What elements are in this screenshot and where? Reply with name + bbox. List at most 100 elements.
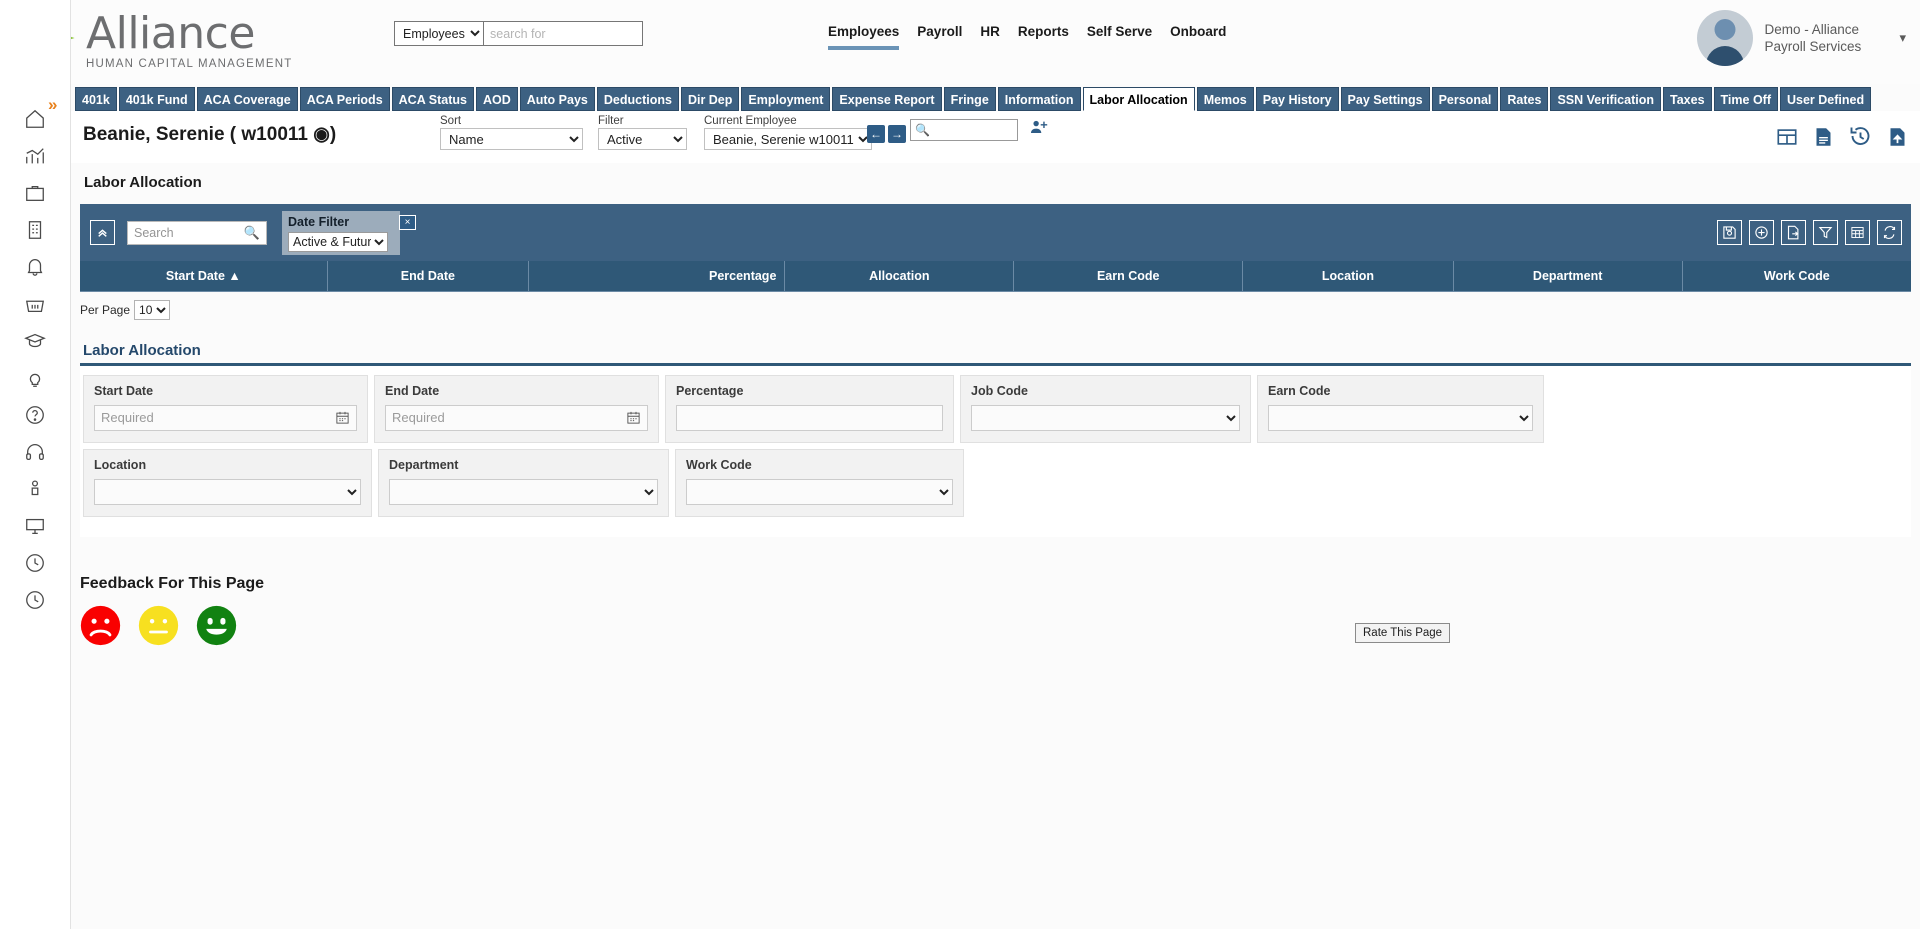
percentage-input[interactable] <box>676 404 943 431</box>
nav-payroll[interactable]: Payroll <box>917 24 962 50</box>
filter-button[interactable] <box>1813 220 1838 245</box>
nav-onboard[interactable]: Onboard <box>1170 24 1226 50</box>
sidebar-expand-icon[interactable]: » <box>48 96 57 113</box>
sidebar-item-company[interactable] <box>13 211 57 248</box>
tab-aca-status[interactable]: ACA Status <box>391 87 474 111</box>
date-filter-close-icon[interactable]: × <box>399 214 416 230</box>
tab-personal[interactable]: Personal <box>1431 87 1499 111</box>
sidebar-item-support[interactable] <box>13 433 57 470</box>
nav-self-serve[interactable]: Self Serve <box>1087 24 1152 50</box>
work-code-select[interactable] <box>686 478 953 505</box>
column-earn-code[interactable]: Earn Code <box>1013 261 1244 292</box>
column-start-date[interactable]: Start Date ▲ <box>80 261 328 292</box>
grid-search-box[interactable]: Search 🔍 <box>127 220 267 245</box>
start-date-input[interactable] <box>94 404 357 431</box>
end-date-input[interactable] <box>385 404 648 431</box>
clock-icon <box>26 553 44 572</box>
sidebar-item-marketplace[interactable] <box>13 285 57 322</box>
tab-user-defined[interactable]: User Defined <box>1780 87 1872 111</box>
sidebar-item-briefcase[interactable] <box>13 174 57 211</box>
tab-deductions[interactable]: Deductions <box>596 87 679 111</box>
column-percentage[interactable]: Percentage <box>528 261 786 292</box>
tab-pay-history[interactable]: Pay History <box>1255 87 1339 111</box>
upload-file-icon[interactable] <box>1887 125 1908 149</box>
happy-face-button[interactable] <box>196 605 237 646</box>
sort-select[interactable]: Name <box>440 128 583 150</box>
per-page-select[interactable]: 10 <box>134 299 171 320</box>
sidebar-item-employee[interactable] <box>13 470 57 507</box>
chevron-down-icon[interactable]: ▾ <box>1899 30 1906 46</box>
filter-select[interactable]: Active <box>598 128 687 150</box>
calendar-icon[interactable] <box>335 410 350 425</box>
column-end-date[interactable]: End Date <box>327 261 530 292</box>
nav-employees[interactable]: Employees <box>828 24 900 50</box>
neutral-face-button[interactable] <box>138 605 179 646</box>
current-employee-select[interactable]: Beanie, Serenie w10011 <box>704 128 872 150</box>
global-search-scope-select[interactable]: Employees <box>394 21 483 46</box>
tab-401k-fund[interactable]: 401k Fund <box>118 87 195 111</box>
tab-employment[interactable]: Employment <box>741 87 831 111</box>
save-button[interactable] <box>1717 220 1742 245</box>
next-employee-button[interactable]: → <box>888 125 906 143</box>
tab-memos[interactable]: Memos <box>1196 87 1254 111</box>
department-select[interactable] <box>389 478 658 505</box>
filter-label: Filter <box>598 115 624 127</box>
job-code-select[interactable] <box>971 404 1240 431</box>
global-search-input[interactable] <box>483 21 643 46</box>
document-icon[interactable] <box>1813 125 1834 149</box>
nav-reports[interactable]: Reports <box>1018 24 1069 50</box>
sad-face-button[interactable] <box>80 605 121 646</box>
export-button[interactable] <box>1781 220 1806 245</box>
previous-employee-button[interactable]: ← <box>867 125 885 143</box>
lightbulb-icon <box>29 373 41 387</box>
add-employee-button[interactable] <box>1028 118 1049 142</box>
sidebar-item-notifications[interactable] <box>13 248 57 285</box>
employee-search-box[interactable]: 🔍 <box>910 119 1018 141</box>
tab-fringe[interactable]: Fringe <box>943 87 996 111</box>
main-navigation: Employees Payroll HR Reports Self Serve … <box>828 24 1226 50</box>
sidebar-item-history[interactable] <box>13 581 57 618</box>
location-select[interactable] <box>94 478 361 505</box>
feedback-section: Feedback For This Page Rate This Page <box>80 575 1920 695</box>
sidebar-item-desktop[interactable] <box>13 507 57 544</box>
tab-dir-dep[interactable]: Dir Dep <box>680 87 740 111</box>
tab-auto-pays[interactable]: Auto Pays <box>519 87 595 111</box>
tab-aca-periods[interactable]: ACA Periods <box>299 87 390 111</box>
earn-code-select[interactable] <box>1268 404 1533 431</box>
rate-this-page-button[interactable]: Rate This Page <box>1355 622 1451 643</box>
tab-ssn-verification[interactable]: SSN Verification <box>1550 87 1661 111</box>
add-row-button[interactable] <box>1749 220 1774 245</box>
tab-401k[interactable]: 401k <box>75 87 117 111</box>
tab-taxes[interactable]: Taxes <box>1663 87 1712 111</box>
calendar-icon[interactable] <box>626 410 641 425</box>
column-location[interactable]: Location <box>1242 261 1454 292</box>
sidebar-item-help[interactable] <box>13 396 57 433</box>
bell-icon <box>27 258 43 276</box>
refresh-button[interactable] <box>1877 220 1902 245</box>
tab-time-off[interactable]: Time Off <box>1713 87 1778 111</box>
tab-expense-report[interactable]: Expense Report <box>832 87 942 111</box>
column-department[interactable]: Department <box>1453 261 1683 292</box>
sidebar-item-learning[interactable] <box>13 322 57 359</box>
tab-aca-coverage[interactable]: ACA Coverage <box>196 87 298 111</box>
profile-menu[interactable]: Demo - Alliance Payroll Services ▾ <box>1697 10 1906 66</box>
column-work-code[interactable]: Work Code <box>1682 261 1911 292</box>
form-row-2: Location Department Work Code <box>80 448 1911 517</box>
sort-ascending-icon: ▲ <box>228 268 241 283</box>
sidebar-item-analytics[interactable] <box>13 137 57 174</box>
collapse-panel-button[interactable] <box>90 220 115 245</box>
tab-labor-allocation[interactable]: Labor Allocation <box>1082 87 1195 111</box>
nav-hr[interactable]: HR <box>980 24 1000 50</box>
table-view-button[interactable] <box>1845 220 1870 245</box>
tab-information[interactable]: Information <box>997 87 1081 111</box>
sidebar-item-ideas[interactable] <box>13 359 57 396</box>
column-allocation[interactable]: Allocation <box>784 261 1015 292</box>
tab-rates[interactable]: Rates <box>1500 87 1549 111</box>
date-filter-select[interactable]: Active & Future <box>288 231 388 252</box>
sidebar-item-time[interactable] <box>13 544 57 581</box>
feedback-faces <box>80 605 1920 646</box>
tab-pay-settings[interactable]: Pay Settings <box>1340 87 1430 111</box>
history-icon[interactable] <box>1848 125 1873 149</box>
grid-icon[interactable] <box>1775 126 1799 148</box>
tab-aod[interactable]: AOD <box>475 87 518 111</box>
